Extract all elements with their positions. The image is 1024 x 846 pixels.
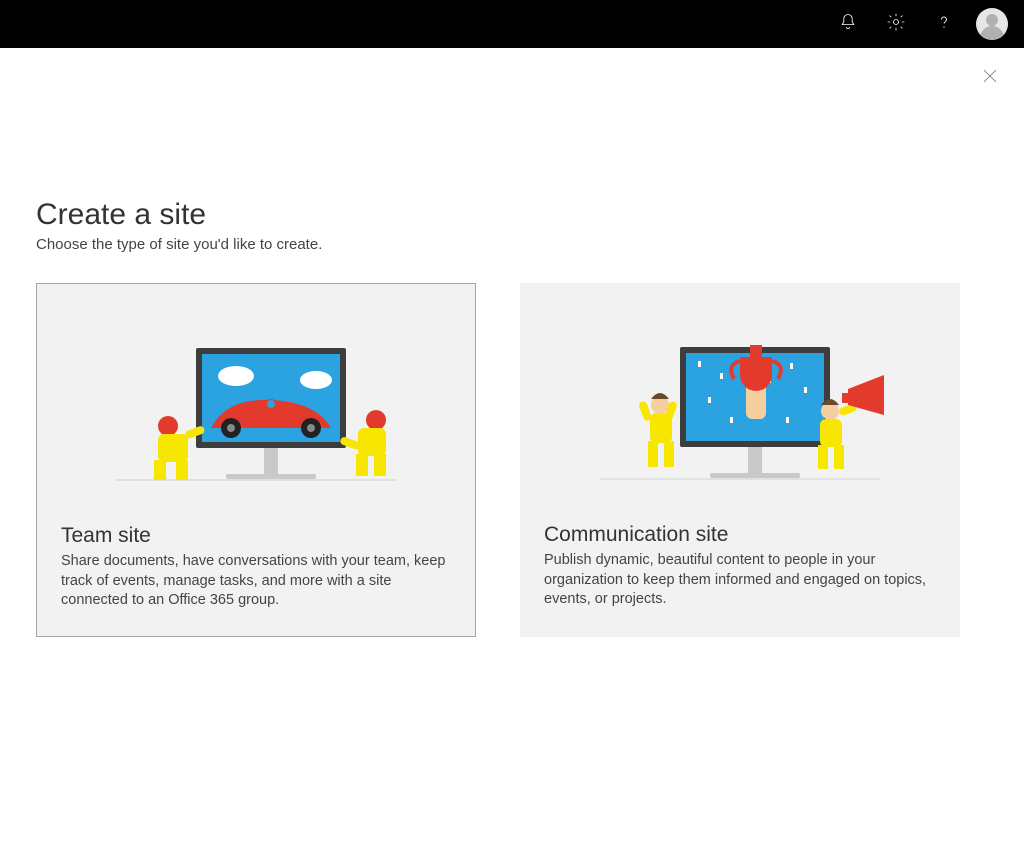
communication-site-description: Publish dynamic, beautiful content to pe… xyxy=(544,551,936,610)
help-button[interactable] xyxy=(920,0,968,48)
close-button[interactable] xyxy=(974,62,1006,94)
team-site-title: Team site xyxy=(61,524,451,548)
notifications-button[interactable] xyxy=(824,0,872,48)
question-icon xyxy=(934,12,954,37)
gear-icon xyxy=(886,12,906,37)
bell-icon xyxy=(838,12,858,37)
settings-button[interactable] xyxy=(872,0,920,48)
page-subtitle: Choose the type of site you'd like to cr… xyxy=(36,236,988,253)
site-type-cards: Team site Share documents, have conversa… xyxy=(36,283,988,637)
team-site-card[interactable]: Team site Share documents, have conversa… xyxy=(36,283,476,637)
team-site-description: Share documents, have conversations with… xyxy=(61,552,451,611)
suite-bar xyxy=(0,0,1024,48)
communication-site-card[interactable]: Communication site Publish dynamic, beau… xyxy=(520,283,960,637)
close-icon xyxy=(981,67,999,90)
page-title: Create a site xyxy=(36,198,988,232)
user-avatar[interactable] xyxy=(976,8,1008,40)
communication-site-title: Communication site xyxy=(544,523,936,547)
create-site-panel: Create a site Choose the type of site yo… xyxy=(0,48,1024,637)
team-site-illustration xyxy=(61,308,451,508)
communication-site-illustration xyxy=(544,307,936,507)
